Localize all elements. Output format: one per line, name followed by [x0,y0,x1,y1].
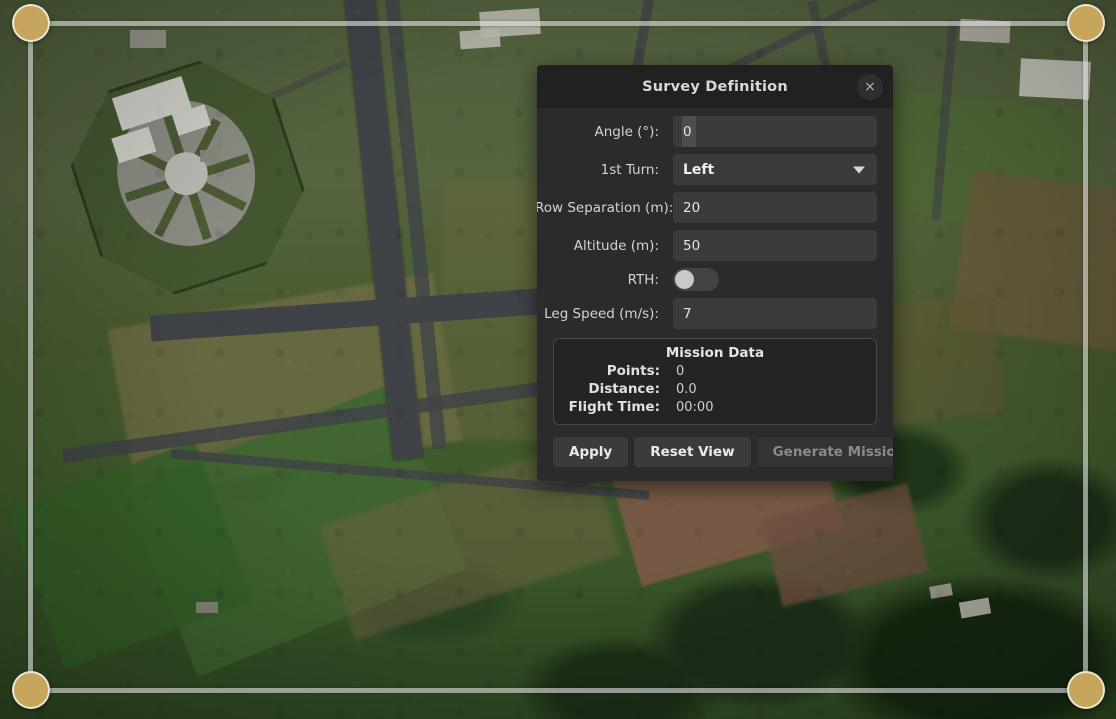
close-icon[interactable]: × [857,73,883,100]
form-row-altitude: Altitude (m): [553,230,877,261]
flight-time-value: 00:00 [676,399,714,415]
dialog-button-row: Apply Reset View Generate Mission [537,425,893,481]
angle-label: Angle (°): [594,123,659,140]
points-value: 0 [676,363,685,379]
points-label: Points: [606,363,660,379]
altitude-label: Altitude (m): [573,237,659,254]
survey-polygon-edge-left[interactable] [28,21,33,693]
first-turn-label: 1st Turn: [600,161,659,178]
survey-polygon-edge-bottom[interactable] [30,688,1086,693]
toggle-knob [675,270,694,289]
dialog-title: Survey Definition [642,78,788,95]
form-row-row-separation: Row Separation (m): [537,192,877,223]
form-row-rth: RTH: [553,268,877,291]
row-separation-input[interactable] [673,192,877,223]
chevron-down-icon [853,166,865,173]
first-turn-select[interactable]: Left [673,154,877,185]
leg-speed-input[interactable] [673,298,877,329]
mission-data-title: Mission Data [665,345,765,361]
survey-polygon-edge-top[interactable] [30,21,1086,26]
first-turn-value: Left [683,161,715,178]
distance-label: Distance: [588,381,660,397]
angle-input[interactable] [673,116,877,147]
rth-toggle[interactable] [673,268,719,291]
flight-time-label: Flight Time: [568,399,660,415]
mission-row-points: Points: 0 [564,363,866,379]
reset-view-button[interactable]: Reset View [634,437,751,467]
corner-handle-top-left[interactable] [12,4,50,42]
corner-handle-bottom-left[interactable] [12,671,50,709]
survey-definition-dialog: Survey Definition × Angle (°): 1st Turn:… [537,65,893,481]
altitude-input[interactable] [673,230,877,261]
survey-polygon-edge-right[interactable] [1083,21,1088,693]
form-row-leg-speed: Leg Speed (m/s): [544,298,877,329]
dialog-body: Angle (°): 1st Turn: Left Row Separation… [537,108,893,425]
form-row-angle: Angle (°): [553,116,877,147]
leg-speed-label: Leg Speed (m/s): [544,305,659,322]
apply-button[interactable]: Apply [553,437,629,467]
form-row-first-turn: 1st Turn: Left [553,154,877,185]
mission-row-distance: Distance: 0.0 [564,381,866,397]
corner-handle-bottom-right[interactable] [1067,671,1105,709]
corner-handle-top-right[interactable] [1067,4,1105,42]
mission-data-panel: Mission Data Points: 0 Distance: 0.0 Fli… [553,338,877,425]
mission-row-flight-time: Flight Time: 00:00 [564,399,866,415]
generate-mission-button[interactable]: Generate Mission [756,437,893,467]
row-separation-label: Row Separation (m): [537,199,674,216]
dialog-titlebar[interactable]: Survey Definition × [537,65,893,108]
distance-value: 0.0 [676,381,697,397]
rth-label: RTH: [627,271,659,288]
